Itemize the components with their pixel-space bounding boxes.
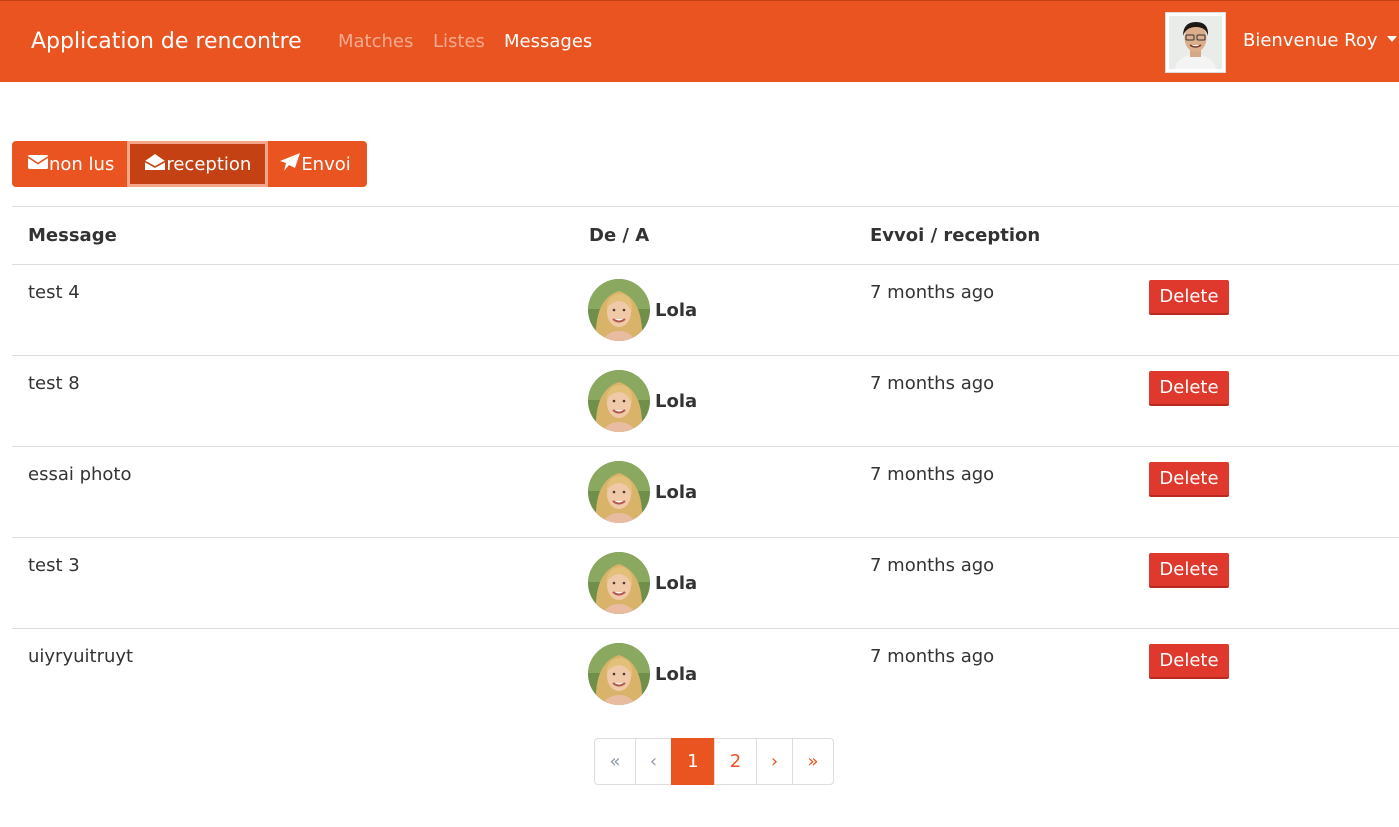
pagination-last[interactable]: » (792, 738, 834, 785)
user-menu-toggle[interactable]: Bienvenue Roy (1243, 30, 1397, 51)
delete-button[interactable]: Delete (1149, 371, 1229, 406)
envelope-open-icon (144, 153, 166, 176)
table-row[interactable]: test 4 Lola 7 months ago Delete (12, 265, 1399, 356)
sender-avatar (588, 370, 650, 432)
delete-button[interactable]: Delete (1149, 644, 1229, 679)
filter-inbox-label: reception (166, 153, 252, 175)
message-filter-group: non lus reception Envoi (12, 141, 367, 187)
sender-name[interactable]: Lola (655, 482, 697, 503)
message-text[interactable]: test 4 (28, 282, 80, 303)
nav-link-messages[interactable]: Messages (504, 31, 592, 52)
message-date: 7 months ago (870, 555, 995, 576)
user-avatar[interactable] (1165, 12, 1226, 73)
sender-avatar (588, 552, 650, 614)
sender-avatar (588, 279, 650, 341)
sender-avatar (588, 461, 650, 523)
nav-link-listes[interactable]: Listes (433, 31, 485, 52)
delete-button[interactable]: Delete (1149, 462, 1229, 497)
sender-name[interactable]: Lola (655, 300, 697, 321)
header-date: Evvoi / reception (870, 225, 1041, 246)
caret-down-icon (1386, 36, 1397, 42)
navbar: Application de rencontre Matches Listes … (0, 0, 1399, 82)
header-from-to: De / A (589, 225, 650, 246)
pagination-first[interactable]: « (594, 738, 636, 785)
pagination-page-2[interactable]: 2 (714, 738, 757, 785)
user-menu-label: Bienvenue Roy (1243, 30, 1378, 51)
sender-cell[interactable]: Lola (588, 552, 697, 614)
sender-name[interactable]: Lola (655, 664, 697, 685)
message-text[interactable]: essai photo (28, 464, 132, 485)
message-date: 7 months ago (870, 373, 995, 394)
message-text[interactable]: uiyryuitruyt (28, 646, 133, 667)
sender-avatar (588, 643, 650, 705)
sender-cell[interactable]: Lola (588, 461, 697, 523)
sender-cell[interactable]: Lola (588, 643, 697, 705)
sender-cell[interactable]: Lola (588, 370, 697, 432)
sender-name[interactable]: Lola (655, 573, 697, 594)
sender-name[interactable]: Lola (655, 391, 697, 412)
envelope-icon (27, 154, 49, 175)
message-text[interactable]: test 8 (28, 373, 80, 394)
brand-title[interactable]: Application de rencontre (31, 29, 302, 54)
header-message: Message (28, 225, 117, 246)
table-row[interactable]: essai photo Lola 7 months ago Delete (12, 447, 1399, 538)
messages-table: Message De / A Evvoi / reception test 4 (12, 206, 1399, 720)
message-date: 7 months ago (870, 282, 995, 303)
paper-plane-icon (280, 152, 301, 176)
table-row[interactable]: test 8 Lola 7 months ago Delete (12, 356, 1399, 447)
delete-button[interactable]: Delete (1149, 280, 1229, 315)
table-row[interactable]: test 3 Lola 7 months ago Delete (12, 538, 1399, 629)
filter-unread-button[interactable]: non lus (12, 141, 128, 187)
filter-sent-button[interactable]: Envoi (268, 141, 367, 187)
filter-unread-label: non lus (49, 153, 115, 175)
delete-button[interactable]: Delete (1149, 553, 1229, 588)
message-text[interactable]: test 3 (28, 555, 80, 576)
sender-cell[interactable]: Lola (588, 279, 697, 341)
pagination-next[interactable]: › (756, 738, 793, 785)
message-date: 7 months ago (870, 646, 995, 667)
table-row[interactable]: uiyryuitruyt Lola 7 months ago Delete (12, 629, 1399, 720)
pagination-page-1[interactable]: 1 (671, 738, 715, 785)
table-header: Message De / A Evvoi / reception (12, 207, 1399, 265)
filter-inbox-button[interactable]: reception (127, 141, 269, 187)
pagination-prev[interactable]: ‹ (635, 738, 672, 785)
nav-link-matches[interactable]: Matches (338, 31, 413, 52)
pagination: « ‹ 1 2 › » (594, 738, 834, 785)
filter-sent-label: Envoi (301, 153, 351, 175)
message-date: 7 months ago (870, 464, 995, 485)
